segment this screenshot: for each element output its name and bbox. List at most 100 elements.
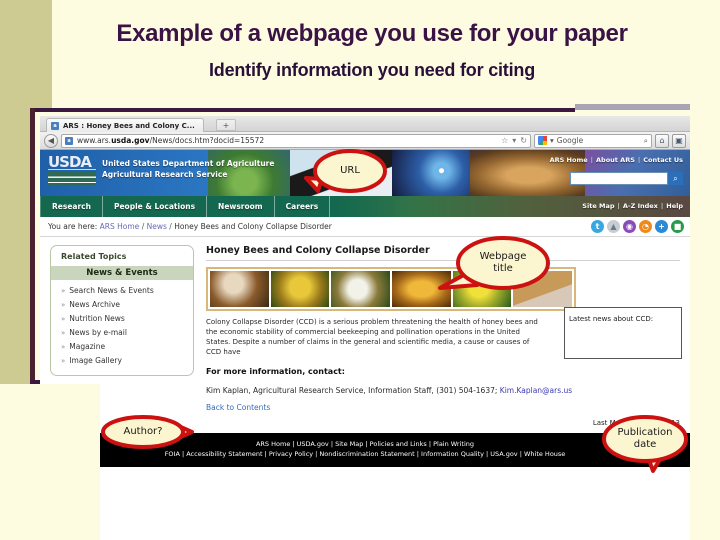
bookmark-star-icon[interactable]: ☆ — [501, 136, 508, 145]
agency-title: United States Department of Agriculture … — [102, 158, 274, 180]
nav-item-newsroom[interactable]: Newsroom — [207, 196, 275, 217]
usda-logo[interactable]: USDA — [48, 155, 96, 186]
breadcrumb-prefix: You are here: — [48, 222, 98, 231]
footer-links-line-2[interactable]: FOIA | Accessibility Statement | Privacy… — [40, 449, 690, 459]
browser-search-box[interactable]: ▾ Google ⌕ — [534, 133, 652, 148]
sidebar-item-label: News by e-mail — [69, 327, 127, 337]
latest-news-box: Latest news about CCD: — [564, 307, 682, 359]
sidebar-section-news-events: News & Events — [51, 266, 193, 280]
nav-utility-links: Site Map | A-Z Index | Help — [582, 202, 683, 210]
header-links: ARS Home | About ARS | Contact Us — [549, 156, 683, 164]
header-link-contact-us[interactable]: Contact Us — [643, 156, 683, 164]
chevron-down-icon[interactable]: ▾ — [512, 136, 516, 145]
sidebar-item-news-by-email[interactable]: » News by e-mail — [51, 325, 193, 339]
contact-line: Kim Kaplan, Agricultural Research Servic… — [206, 386, 680, 395]
horizontal-rule-dark — [30, 108, 575, 112]
site-search: ⌕ — [570, 172, 683, 185]
callout-author: Author? — [100, 414, 194, 450]
sidebar-item-image-gallery[interactable]: » Image Gallery — [51, 353, 193, 367]
sidebar-item-magazine[interactable]: » Magazine — [51, 339, 193, 353]
vertical-rule-left — [30, 108, 35, 384]
callout-webpage-title: Webpage title — [438, 235, 551, 291]
breadcrumb-separator-1: / — [141, 222, 145, 231]
ars-favicon-icon: a — [51, 121, 59, 130]
contact-email-link[interactable]: Kim.Kaplan@ars.us — [500, 386, 572, 395]
site-search-icon[interactable]: ⌕ — [668, 172, 683, 185]
page-body: Related Topics News & Events » Search New… — [40, 237, 690, 433]
sidebar-item-label: Search News & Events — [69, 285, 154, 295]
nav-link-site-map[interactable]: Site Map — [582, 202, 614, 210]
menu-icon[interactable]: ▣ — [672, 133, 686, 148]
bullet-icon: » — [61, 314, 66, 323]
browser-tab-strip: a ARS : Honey Bees and Colony C... + — [40, 116, 690, 132]
sidebar-item-label: Nutrition News — [69, 313, 125, 323]
callout-publication-date: Publication date — [601, 415, 689, 473]
photo-bee-closeup-icon — [331, 271, 391, 307]
nav-item-careers[interactable]: Careers — [275, 196, 331, 217]
header-link-about-ars[interactable]: About ARS — [596, 156, 635, 164]
breadcrumb-link-news[interactable]: News — [147, 222, 167, 231]
nav-item-people-locations[interactable]: People & Locations — [103, 196, 208, 217]
nav-item-research[interactable]: Research — [40, 196, 103, 217]
sidebar-item-search-news[interactable]: » Search News & Events — [51, 283, 193, 297]
slide-subtitle: Identify information you need for citing — [208, 60, 535, 80]
main-navigation: Research People & Locations Newsroom Car… — [40, 196, 690, 217]
search-engine-label: Google — [556, 136, 584, 145]
twitter-icon[interactable]: t — [591, 220, 604, 233]
browser-tab-label: ARS : Honey Bees and Colony C... — [63, 121, 195, 130]
photo-bee-flower-icon — [270, 271, 330, 307]
slide-title: Example of a webpage you use for your pa… — [116, 20, 628, 47]
agency-line-1: United States Department of Agriculture — [102, 159, 275, 168]
left-olive-stub — [30, 0, 52, 108]
horizontal-rule-grey — [575, 104, 690, 110]
bullet-icon: » — [61, 300, 66, 309]
contact-heading: For more information, contact: — [206, 367, 345, 376]
back-icon[interactable]: ◀ — [44, 133, 58, 148]
photo-beekeeper-icon — [210, 271, 269, 307]
sidebar-item-label: Magazine — [69, 341, 106, 351]
banner-science-image — [392, 150, 482, 196]
reload-icon[interactable]: ↻ — [520, 136, 527, 145]
video-icon[interactable]: ■ — [671, 220, 684, 233]
main-content: Honey Bees and Colony Collapse Disorder … — [200, 237, 690, 433]
site-search-input[interactable] — [570, 172, 668, 185]
breadcrumb-link-ars-home[interactable]: ARS Home — [100, 222, 140, 231]
social-icon-row: t ▲ ◉ ◔ + ■ — [591, 220, 684, 233]
header-link-ars-home[interactable]: ARS Home — [550, 156, 588, 164]
usda-logo-text: USDA — [48, 155, 96, 170]
share-icon[interactable]: ▲ — [607, 220, 620, 233]
breadcrumb-bar: You are here: ARS Home / News / Honey Be… — [40, 217, 690, 237]
address-bar-url: www.ars.usda.gov/News/docs.htm?docid=155… — [77, 136, 265, 145]
sidebar-heading: Related Topics — [61, 252, 127, 261]
search-icon[interactable]: ⌕ — [644, 136, 648, 146]
sidebar-item-label: News Archive — [69, 299, 121, 309]
related-topics-box: Related Topics News & Events » Search New… — [50, 245, 194, 376]
callout-url: URL — [304, 148, 388, 194]
slide-overlay-left — [0, 384, 100, 540]
bullet-icon: » — [61, 328, 66, 337]
sidebar-item-news-archive[interactable]: » News Archive — [51, 297, 193, 311]
back-to-contents-link[interactable]: Back to Contents — [206, 403, 680, 412]
address-bar[interactable]: a www.ars.usda.gov/News/docs.htm?docid=1… — [61, 133, 531, 148]
nav-link-help[interactable]: Help — [666, 202, 683, 210]
podcast-icon[interactable]: ◉ — [623, 220, 636, 233]
breadcrumb-separator-2: / — [169, 222, 172, 231]
google-icon — [538, 136, 547, 145]
bullet-icon: » — [61, 356, 66, 365]
bullet-icon: » — [61, 342, 66, 351]
home-icon[interactable]: ⌂ — [655, 133, 669, 148]
contact-text: Kim Kaplan, Agricultural Research Servic… — [206, 386, 500, 395]
new-tab-button[interactable]: + — [216, 119, 236, 131]
nav-link-az-index[interactable]: A-Z Index — [623, 202, 658, 210]
breadcrumb: You are here: ARS Home / News / Honey Be… — [48, 222, 332, 231]
article-heading: Honey Bees and Colony Collapse Disorder — [206, 245, 680, 261]
agency-line-2: Agricultural Research Service — [102, 170, 228, 179]
sidebar-item-label: Image Gallery — [69, 355, 122, 365]
browser-tab[interactable]: a ARS : Honey Bees and Colony C... — [46, 118, 204, 132]
usda-logo-swoosh-icon — [48, 171, 96, 185]
rss-icon[interactable]: ◔ — [639, 220, 652, 233]
site-favicon-icon: a — [65, 136, 73, 145]
add-icon[interactable]: + — [655, 220, 668, 233]
sidebar-item-nutrition-news[interactable]: » Nutrition News — [51, 311, 193, 325]
chevron-down-icon[interactable]: ▾ — [550, 136, 554, 145]
